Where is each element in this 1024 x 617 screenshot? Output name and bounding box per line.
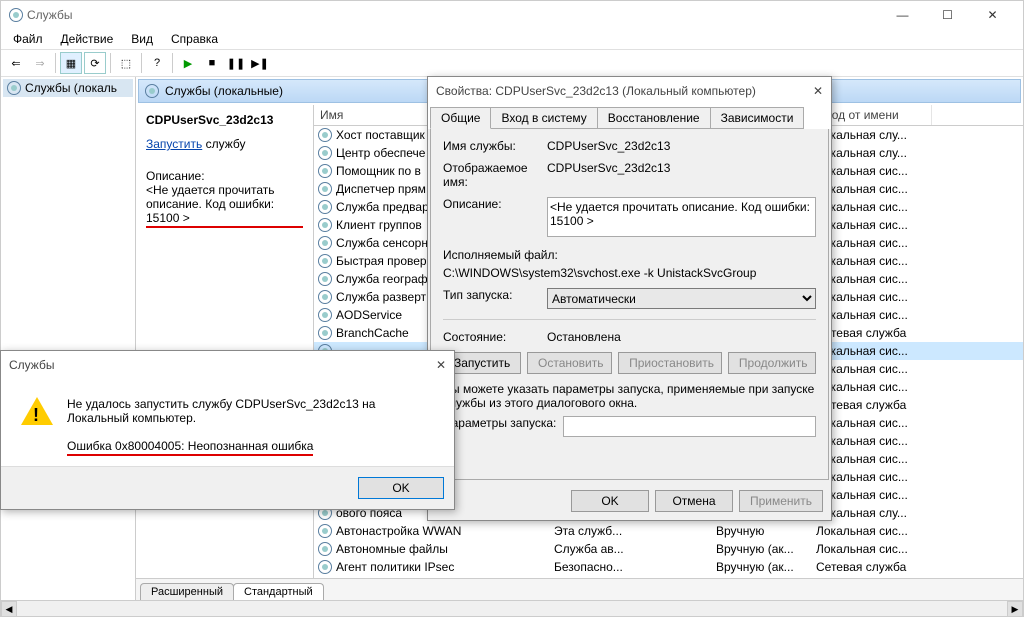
property-tabs: Общие Вход в систему Восстановление Зави… [428,105,831,129]
titlebar: Службы — ☐ ✕ [1,1,1023,29]
gear-icon [318,542,332,556]
label-service-name: Имя службы: [443,139,547,153]
gear-icon [318,182,332,196]
description-textarea[interactable]: <Не удается прочитать описание. Код ошиб… [547,197,816,237]
gear-icon [318,146,332,160]
app-icon [9,8,23,22]
scroll-left-button[interactable]: ◀ [1,601,17,617]
gear-icon [318,272,332,286]
selected-service-name: CDPUserSvc_23d2c13 [146,113,303,127]
gear-icon [318,290,332,304]
stop-button[interactable]: ■ [201,52,223,74]
error-dialog: Службы ✕ Не удалось запустить службу CDP… [0,350,455,510]
startup-params-input[interactable] [563,416,816,437]
scroll-right-button[interactable]: ▶ [1007,601,1023,617]
table-row[interactable]: Автономные файлыСлужба ав...Вручную (ак.… [314,540,1023,558]
gear-icon [318,200,332,214]
maximize-button[interactable]: ☐ [925,1,970,29]
label-executable: Исполняемый файл: [443,248,816,262]
gear-icon [318,308,332,322]
value-service-name: CDPUserSvc_23d2c13 [547,139,816,153]
menu-file[interactable]: Файл [5,30,51,48]
export-button[interactable]: ⬚ [115,52,137,74]
gear-icon [318,236,332,250]
description-label: Описание: [146,169,303,183]
gear-icon [145,84,159,98]
tab-dependencies[interactable]: Зависимости [710,107,805,129]
stop-button: Остановить [527,352,612,374]
gear-icon [318,254,332,268]
gear-icon [318,164,332,178]
label-state: Состояние: [443,330,547,344]
tab-standard[interactable]: Стандартный [233,583,324,600]
value-executable: C:\WINDOWS\system32\svchost.exe -k Unist… [443,266,816,280]
error-titlebar: Службы ✕ [1,351,454,379]
value-display-name: CDPUserSvc_23d2c13 [547,161,816,189]
cancel-button[interactable]: Отмена [655,490,733,512]
gear-icon [318,218,332,232]
gear-icon [318,128,332,142]
help-button[interactable]: ? [146,52,168,74]
tab-general[interactable]: Общие [430,107,491,129]
close-button[interactable]: ✕ [970,1,1015,29]
error-ok-button[interactable]: OK [358,477,444,499]
label-description: Описание: [443,197,547,240]
menu-action[interactable]: Действие [53,30,122,48]
table-row[interactable]: Автонастройка WWANЭта служб...ВручнуюЛок… [314,522,1023,540]
minimize-button[interactable]: — [880,1,925,29]
view-button[interactable]: ▦ [60,52,82,74]
startup-params-hint: Вы можете указать параметры запуска, при… [443,382,816,410]
horizontal-scrollbar[interactable]: ◀ ▶ [1,600,1023,616]
bottom-tabs: Расширенный Стандартный [136,578,1023,600]
toolbar: ⇐ ⇒ ▦ ⟳ ⬚ ? ▶ ■ ❚❚ ▶❚ [1,49,1023,77]
label-startup-type: Тип запуска: [443,288,547,309]
gear-icon [318,560,332,574]
error-message: Не удалось запустить службу CDPUserSvc_2… [67,397,434,425]
tab-recovery[interactable]: Восстановление [597,107,711,129]
pause-button[interactable]: ❚❚ [225,52,247,74]
forward-button[interactable]: ⇒ [29,52,51,74]
label-display-name: Отображаемое имя: [443,161,547,189]
menu-view[interactable]: Вид [123,30,161,48]
menu-help[interactable]: Справка [163,30,226,48]
error-code: Ошибка 0x80004005: Неопознанная ошибка [67,439,434,456]
pause-button: Приостановить [618,352,722,374]
gear-icon [7,81,21,95]
refresh-button[interactable]: ⟳ [84,52,106,74]
table-row[interactable]: Агент политики IPsecБезопасно...Вручную … [314,558,1023,576]
tree-root[interactable]: Службы (локаль [3,79,133,97]
menubar: Файл Действие Вид Справка [1,29,1023,49]
play-button[interactable]: ▶ [177,52,199,74]
restart-button[interactable]: ▶❚ [249,52,271,74]
resume-button: Продолжить [728,352,816,374]
label-params: Параметры запуска: [443,416,563,437]
properties-dialog: Свойства: CDPUserSvc_23d2c13 (Локальный … [427,76,832,521]
tab-content-general: Имя службы: CDPUserSvc_23d2c13 Отображае… [430,129,829,480]
close-icon[interactable]: ✕ [436,358,446,372]
window-title: Службы [27,8,880,22]
gear-icon [318,326,332,340]
ok-button[interactable]: OK [571,490,649,512]
back-button[interactable]: ⇐ [5,52,27,74]
warning-icon [21,397,53,429]
apply-button: Применить [739,490,823,512]
gear-icon [318,524,332,538]
tab-extended[interactable]: Расширенный [140,583,234,600]
dialog-titlebar: Свойства: CDPUserSvc_23d2c13 (Локальный … [428,77,831,105]
start-service-link[interactable]: Запустить [146,137,202,151]
value-state: Остановлена [547,330,816,344]
startup-type-select[interactable]: Автоматически [547,288,816,309]
close-icon[interactable]: ✕ [813,84,823,98]
tab-logon[interactable]: Вход в систему [490,107,597,129]
description-text: <Не удается прочитать описание. Код ошиб… [146,183,303,228]
tree-pane: Службы (локаль [1,77,136,600]
